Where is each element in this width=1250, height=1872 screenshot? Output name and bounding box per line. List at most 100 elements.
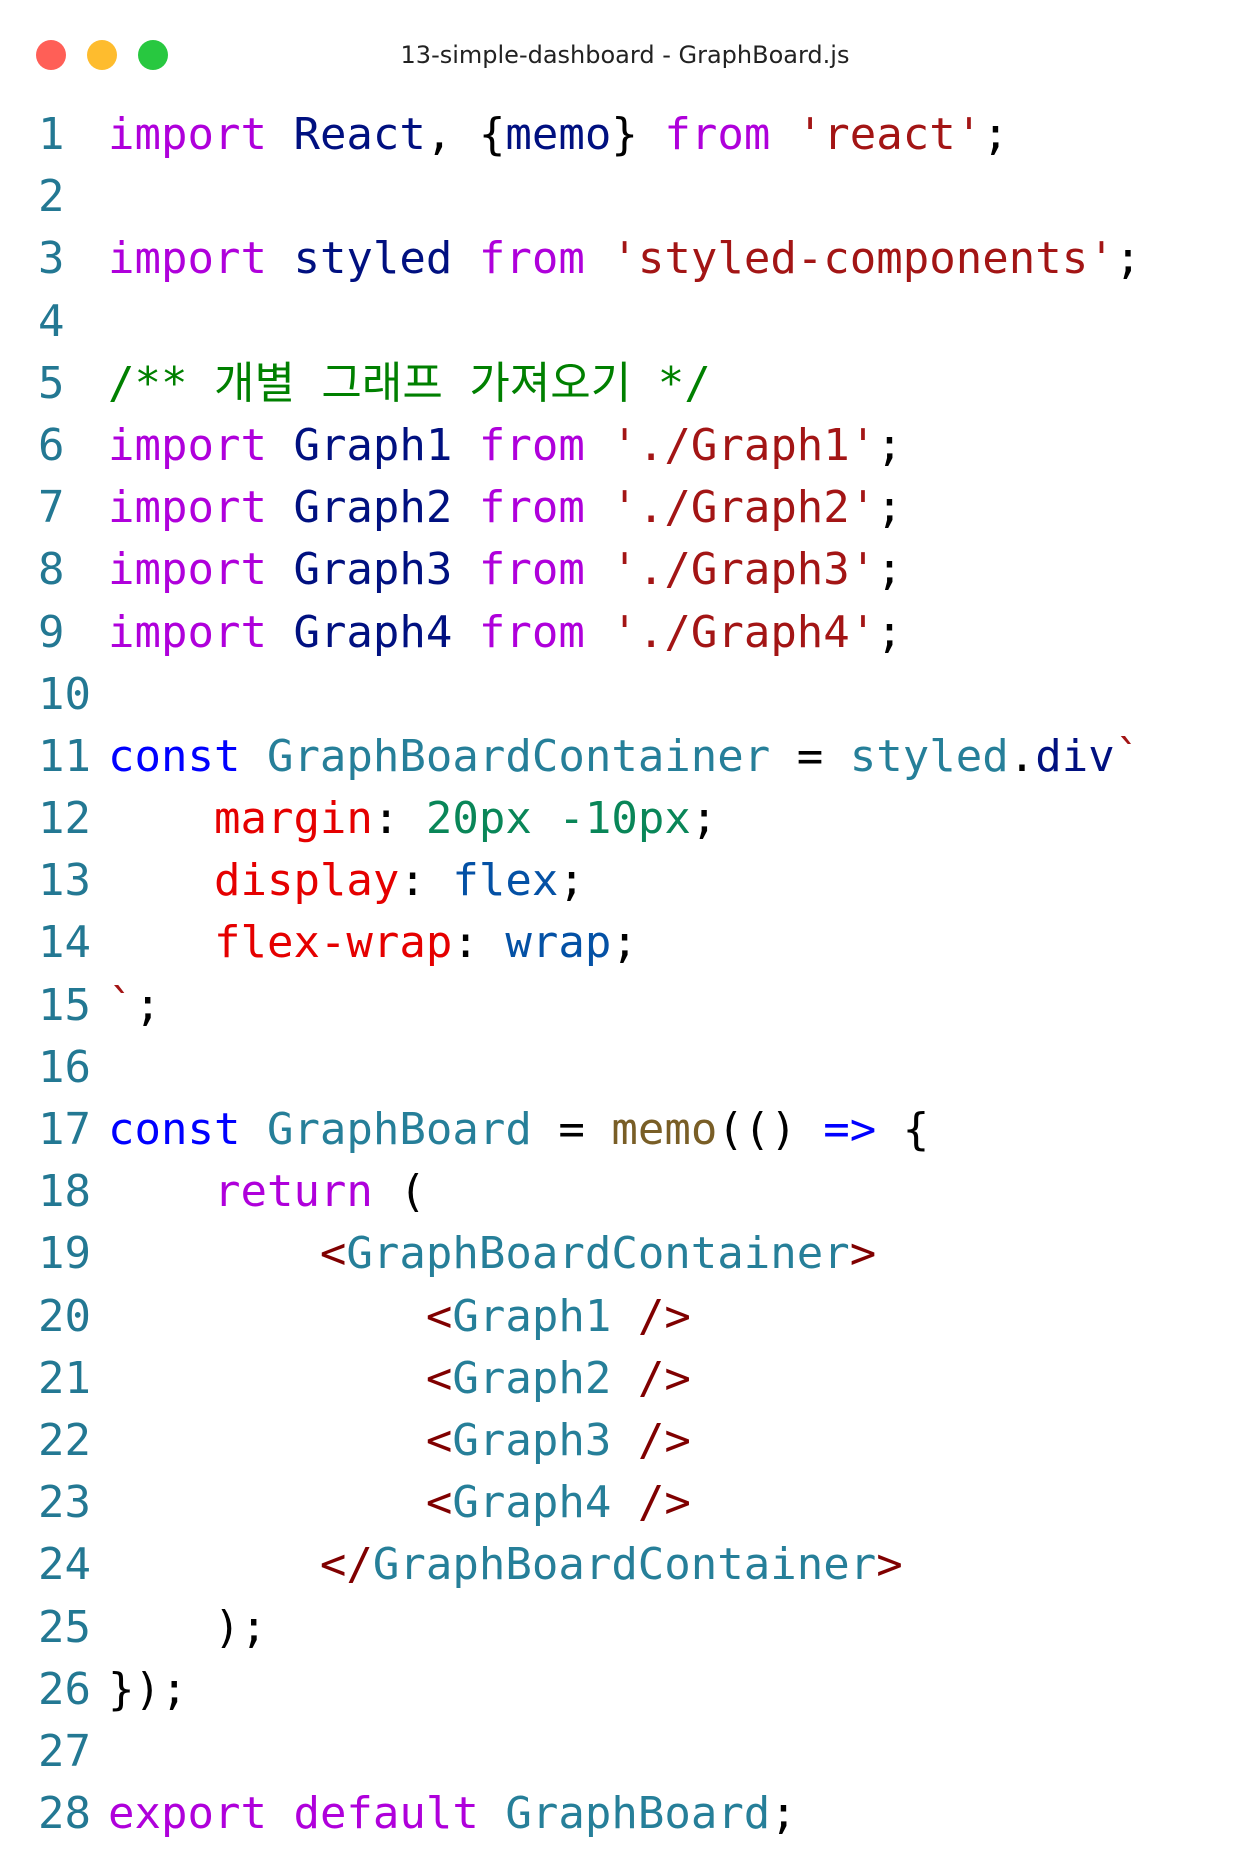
code-token: 'react' <box>796 109 983 160</box>
code-line: 2 <box>0 166 1250 228</box>
code-token: from <box>664 109 771 160</box>
code-text: <Graph4 /> <box>108 1472 691 1534</box>
code-text: import Graph2 from './Graph2'; <box>108 477 903 539</box>
code-token: Graph4 <box>452 1477 612 1529</box>
code-token: { <box>876 1104 930 1155</box>
code-text: display: flex; <box>108 850 585 912</box>
code-token: const <box>108 730 241 782</box>
code-token: /** 개별 그래프 가져오기 */ <box>108 357 711 409</box>
line-number: 27 <box>38 1725 91 1777</box>
line-number: 17 <box>38 1104 91 1155</box>
code-text: import Graph3 from './Graph3'; <box>108 539 903 601</box>
code-token: . <box>1008 730 1036 782</box>
code-token: Graph1 <box>293 419 453 471</box>
line-number: 14 <box>38 917 91 969</box>
code-token: from <box>478 544 585 596</box>
code-token: flex <box>452 855 559 907</box>
code-token: (() <box>717 1104 824 1155</box>
code-token: > <box>849 1228 877 1280</box>
code-token: from <box>478 482 585 534</box>
code-line: 14 flex-wrap: wrap; <box>0 912 1250 974</box>
line-number: 8 <box>38 544 65 596</box>
code-token: React <box>293 109 426 160</box>
code-token: Graph3 <box>452 1414 612 1466</box>
code-line: 9 import Graph4 from './Graph4'; <box>0 602 1250 664</box>
code-token: ; <box>876 419 903 471</box>
code-token: < <box>425 1477 453 1529</box>
code-text: export default GraphBoard; <box>108 1783 797 1845</box>
code-token: /> <box>611 1352 691 1404</box>
code-token: : <box>399 855 453 907</box>
line-number: 2 <box>38 171 65 223</box>
code-token: import <box>108 419 267 471</box>
line-number: 3 <box>38 233 65 285</box>
code-line: 8 import Graph3 from './Graph3'; <box>0 539 1250 601</box>
code-line: 25 ); <box>0 1597 1250 1659</box>
code-token: /> <box>611 1477 691 1529</box>
line-number: 13 <box>38 855 91 907</box>
code-text: const GraphBoard = memo(() => { <box>108 1099 929 1161</box>
line-number: 26 <box>38 1663 91 1715</box>
code-line: 10 <box>0 664 1250 726</box>
code-token: ; <box>690 793 718 845</box>
code-token: ; <box>876 606 903 658</box>
code-line: 13 display: flex; <box>0 850 1250 912</box>
code-line: 17 const GraphBoard = memo(() => { <box>0 1099 1250 1161</box>
code-window: 13-simple-dashboard - GraphBoard.js 1 imp… <box>0 0 1250 1872</box>
code-token: GraphBoardContainer <box>372 1539 877 1591</box>
code-text: import React, {memo} from 'react'; <box>108 104 1009 166</box>
code-text: ); <box>108 1597 267 1659</box>
code-token: './Graph2' <box>611 482 877 534</box>
code-token: ); <box>213 1601 267 1653</box>
code-editor[interactable]: 1 import React, {memo} from 'react'; 2 3 imp… <box>0 104 1250 1845</box>
line-number: 7 <box>38 482 65 534</box>
window-title: 13-simple-dashboard - GraphBoard.js <box>400 41 850 69</box>
code-token: /> <box>611 1414 691 1466</box>
code-token: : <box>452 917 506 969</box>
code-token: ; <box>876 482 903 534</box>
line-number: 21 <box>38 1352 91 1404</box>
code-token: Graph2 <box>452 1352 612 1404</box>
line-number: 11 <box>38 730 91 782</box>
code-token: memo <box>611 1104 718 1155</box>
code-token: ; <box>982 109 1009 160</box>
code-token: /> <box>611 1290 691 1342</box>
code-text: <Graph2 /> <box>108 1348 691 1410</box>
code-line: 18 return ( <box>0 1161 1250 1223</box>
code-text: <Graph3 /> <box>108 1410 691 1472</box>
line-number: 6 <box>38 419 65 471</box>
code-token: from <box>478 606 585 658</box>
code-token: Graph3 <box>293 544 453 596</box>
code-token: import <box>108 482 267 534</box>
code-token: display <box>213 855 400 907</box>
code-line: 27 <box>0 1721 1250 1783</box>
code-token: ; <box>770 1788 797 1840</box>
code-token: ; <box>876 544 903 596</box>
code-line: 23 <Graph4 /> <box>0 1472 1250 1534</box>
code-token: ; <box>611 917 638 969</box>
code-text: /** 개별 그래프 가져오기 */ <box>108 353 711 415</box>
code-token: GraphBoard <box>505 1788 771 1840</box>
code-token: 'styled-components' <box>611 233 1115 285</box>
code-line: 6 import Graph1 from './Graph1'; <box>0 415 1250 477</box>
code-line: 12 margin: 20px -10px; <box>0 788 1250 850</box>
line-number: 25 <box>38 1601 91 1653</box>
code-line: 16 <box>0 1037 1250 1099</box>
code-line: 20 <Graph1 /> <box>0 1286 1250 1348</box>
code-token: Graph2 <box>293 482 453 534</box>
code-line: 1 import React, {memo} from 'react'; <box>0 104 1250 166</box>
code-token: }); <box>108 1663 188 1715</box>
